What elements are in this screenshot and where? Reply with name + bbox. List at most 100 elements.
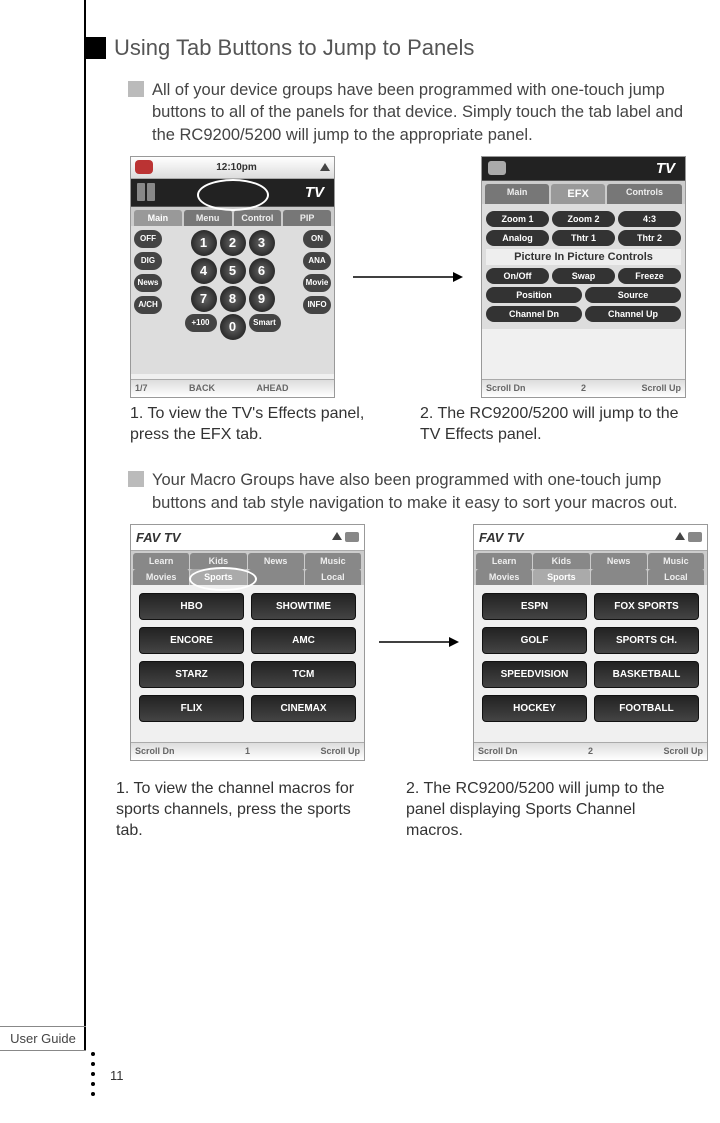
screenshot-tv-main: 12:10pm TV Main Menu Control PIP OFF DIG…: [130, 156, 335, 398]
freeze-button[interactable]: Freeze: [618, 268, 681, 284]
channel-button[interactable]: BASKETBALL: [594, 661, 699, 688]
channel-button[interactable]: FOOTBALL: [594, 695, 699, 722]
tab-learn[interactable]: Learn: [476, 553, 533, 569]
tab-pip[interactable]: PIP: [283, 210, 331, 226]
dig-button[interactable]: DIG: [134, 252, 162, 270]
highlight-callout: [189, 567, 257, 591]
num-0[interactable]: 0: [220, 314, 246, 340]
channel-button[interactable]: ENCORE: [139, 627, 244, 654]
channel-button[interactable]: ESPN: [482, 593, 587, 620]
band-icons: [137, 183, 161, 201]
scroll-up[interactable]: Scroll Up: [641, 383, 681, 393]
on-button[interactable]: ON: [303, 230, 331, 248]
tab-main[interactable]: Main: [485, 184, 549, 204]
tab-sports[interactable]: Sports: [533, 569, 590, 585]
smart-button[interactable]: Smart: [249, 314, 281, 332]
tab-main[interactable]: Main: [134, 210, 182, 226]
scroll-up[interactable]: Scroll Up: [663, 746, 703, 756]
channel-button[interactable]: AMC: [251, 627, 356, 654]
tab-kids[interactable]: Kids: [533, 553, 590, 569]
analog-button[interactable]: Analog: [486, 230, 549, 246]
tab-movies[interactable]: Movies: [133, 569, 190, 585]
ana-button[interactable]: ANA: [303, 252, 331, 270]
tab-row: Main EFX Controls: [482, 181, 685, 204]
tab-learn[interactable]: Learn: [133, 553, 190, 569]
info-button[interactable]: INFO: [303, 296, 331, 314]
num-1[interactable]: 1: [191, 230, 217, 256]
num-4[interactable]: 4: [191, 258, 217, 284]
screenshot-favtv-movies: FAV TV Learn Kids News Music Movies Spor…: [130, 524, 365, 761]
swap-button[interactable]: Swap: [552, 268, 615, 284]
movie-button[interactable]: Movie: [303, 274, 331, 292]
channel-button[interactable]: CINEMAX: [251, 695, 356, 722]
ach-button[interactable]: A/CH: [134, 296, 162, 314]
tab-local[interactable]: Local: [648, 569, 705, 585]
num-5[interactable]: 5: [220, 258, 246, 284]
off-button[interactable]: OFF: [134, 230, 162, 248]
tab-efx[interactable]: EFX: [551, 184, 605, 204]
page-num: 2: [588, 746, 593, 756]
channel-button[interactable]: SPORTS CH.: [594, 627, 699, 654]
thtr2-button[interactable]: Thtr 2: [618, 230, 681, 246]
footer: Scroll Dn 2 Scroll Up: [482, 379, 685, 397]
heading-bullet: [84, 37, 106, 59]
page-content: Using Tab Buttons to Jump to Panels All …: [88, 35, 708, 865]
ahead-button[interactable]: AHEAD: [256, 383, 288, 393]
news-button[interactable]: News: [134, 274, 162, 292]
tab-blank[interactable]: [591, 569, 648, 585]
scroll-dn[interactable]: Scroll Dn: [478, 746, 518, 756]
channel-button[interactable]: GOLF: [482, 627, 587, 654]
channel-dn-button[interactable]: Channel Dn: [486, 306, 582, 322]
footer: Scroll Dn 2 Scroll Up: [474, 742, 707, 760]
tab-music[interactable]: Music: [305, 553, 362, 569]
plus100-button[interactable]: +100: [185, 314, 217, 332]
arrow-up-icon: [675, 532, 685, 540]
channel-button[interactable]: HBO: [139, 593, 244, 620]
channel-button[interactable]: STARZ: [139, 661, 244, 688]
back-button[interactable]: BACK: [189, 383, 215, 393]
zoom1-button[interactable]: Zoom 1: [486, 211, 549, 227]
channel-up-button[interactable]: Channel Up: [585, 306, 681, 322]
tab-menu[interactable]: Menu: [184, 210, 232, 226]
tab-news[interactable]: News: [248, 553, 305, 569]
arrow-up-icon: [320, 163, 330, 171]
zoom2-button[interactable]: Zoom 2: [552, 211, 615, 227]
page-indicator: 1/7: [135, 383, 148, 393]
channel-button[interactable]: HOCKEY: [482, 695, 587, 722]
num-8[interactable]: 8: [220, 286, 246, 312]
channel-button[interactable]: SHOWTIME: [251, 593, 356, 620]
tab-news[interactable]: News: [591, 553, 648, 569]
position-button[interactable]: Position: [486, 287, 582, 303]
page-num: 1: [245, 746, 250, 756]
num-9[interactable]: 9: [249, 286, 275, 312]
scroll-up[interactable]: Scroll Up: [320, 746, 360, 756]
num-6[interactable]: 6: [249, 258, 275, 284]
fav-header: FAV TV: [474, 525, 707, 551]
channel-button[interactable]: TCM: [251, 661, 356, 688]
section-heading-row: Using Tab Buttons to Jump to Panels: [84, 35, 708, 61]
source-button[interactable]: Source: [585, 287, 681, 303]
channel-grid: ESPN FOX SPORTS GOLF SPORTS CH. SPEEDVIS…: [474, 585, 707, 730]
num-7[interactable]: 7: [191, 286, 217, 312]
channel-button[interactable]: SPEEDVISION: [482, 661, 587, 688]
scroll-dn[interactable]: Scroll Dn: [135, 746, 175, 756]
time-display: 12:10pm: [216, 162, 257, 173]
channel-button[interactable]: FLIX: [139, 695, 244, 722]
tv-keypad: OFF DIG News A/CH ON ANA Movie INFO 1 2 …: [131, 226, 334, 374]
tab-movies[interactable]: Movies: [476, 569, 533, 585]
aspect43-button[interactable]: 4:3: [618, 211, 681, 227]
thtr1-button[interactable]: Thtr 1: [552, 230, 615, 246]
onoff-button[interactable]: On/Off: [486, 268, 549, 284]
highlight-callout: [197, 179, 269, 211]
tab-control[interactable]: Control: [234, 210, 282, 226]
tab-controls[interactable]: Controls: [607, 184, 682, 204]
num-3[interactable]: 3: [249, 230, 275, 256]
tab-music[interactable]: Music: [648, 553, 705, 569]
num-2[interactable]: 2: [220, 230, 246, 256]
screenshot-favtv-sports: FAV TV Learn Kids News Music Movies Spor…: [473, 524, 708, 761]
scroll-dn[interactable]: Scroll Dn: [486, 383, 526, 393]
dotted-vertical: [91, 1052, 95, 1102]
channel-button[interactable]: FOX SPORTS: [594, 593, 699, 620]
tab-local[interactable]: Local: [305, 569, 362, 585]
captions-row-2: 1. To view the channel macros for sports…: [116, 779, 708, 841]
